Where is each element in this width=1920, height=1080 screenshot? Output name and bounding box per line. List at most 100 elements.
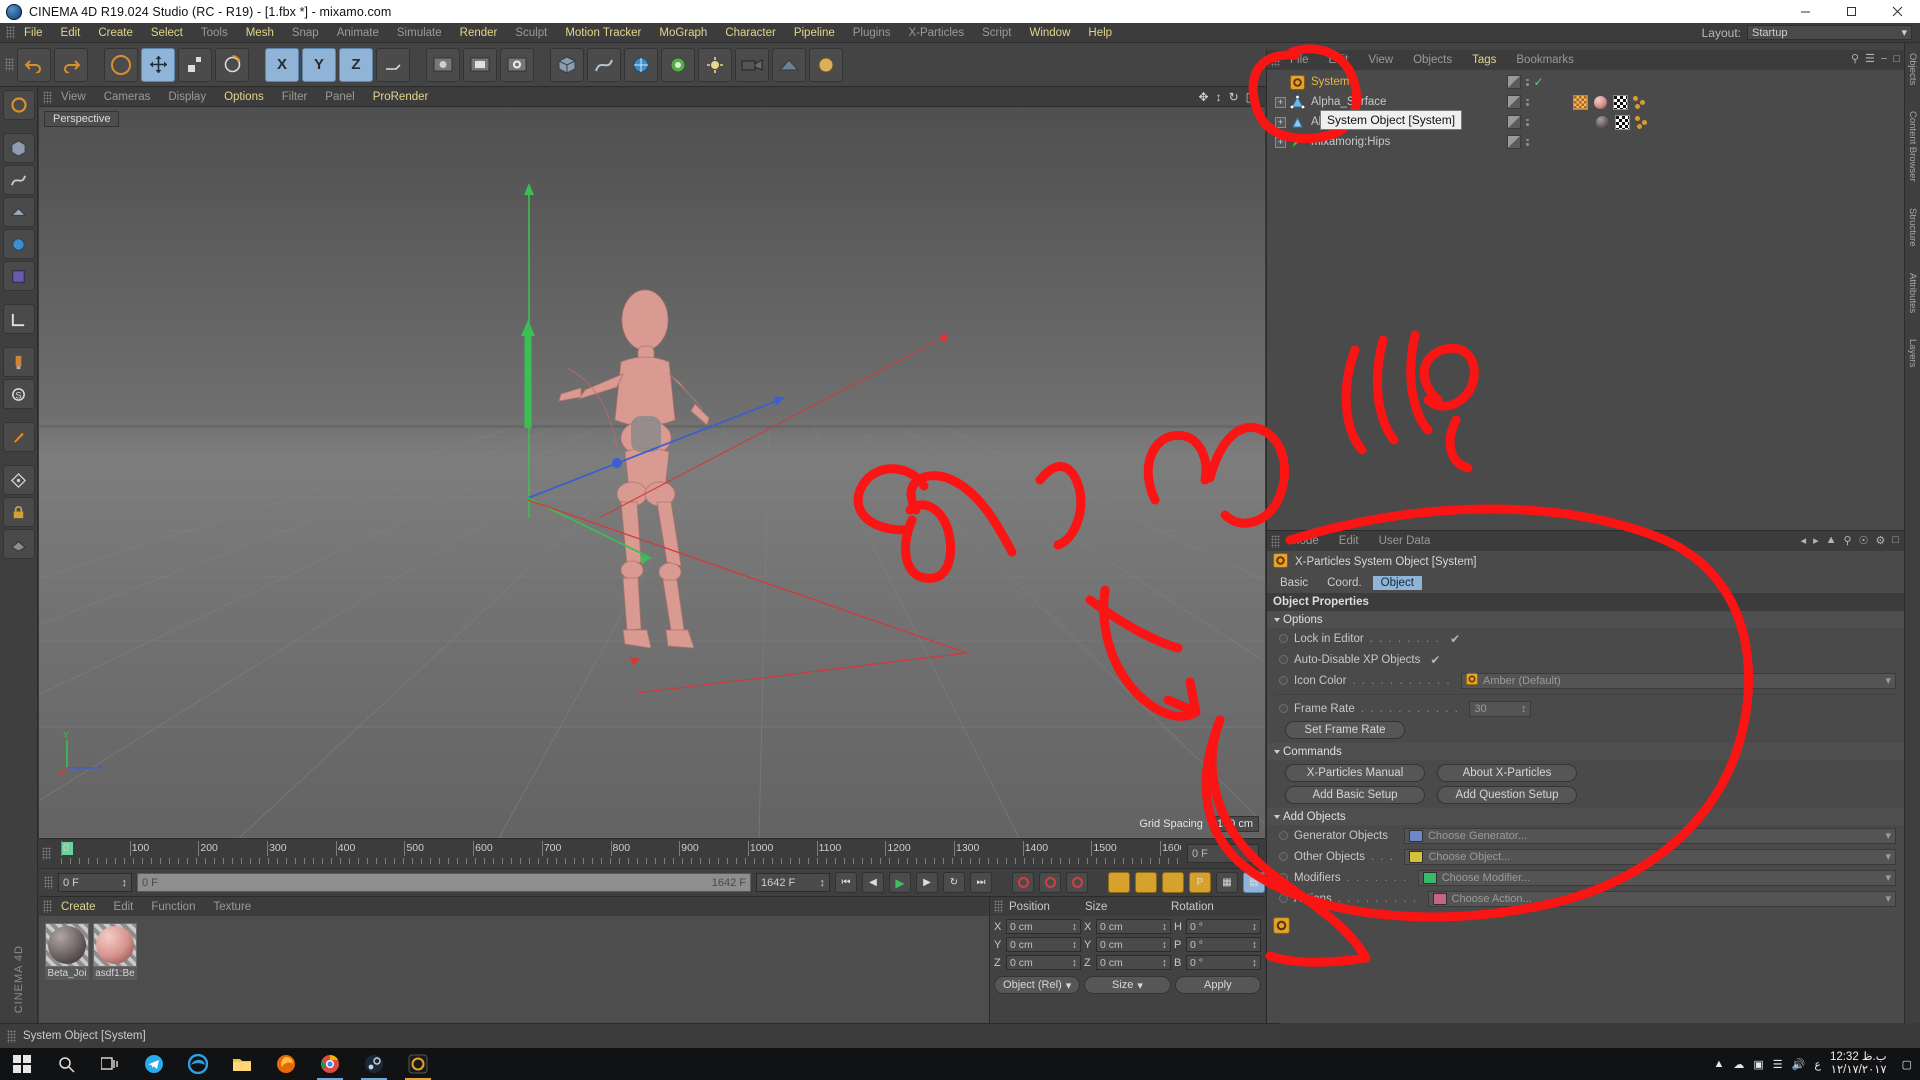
knife-tool[interactable] (2, 422, 35, 452)
size-z-input[interactable]: 0 cm ↕ (1096, 955, 1171, 970)
menu-mesh[interactable]: Mesh (237, 23, 283, 43)
tray-app-icon[interactable]: ▣ (1753, 1058, 1763, 1071)
search-icon[interactable]: ⚲ (1844, 534, 1852, 547)
position-x-input[interactable]: 0 cm ↕ (1006, 919, 1081, 934)
object-menu-view[interactable]: View (1358, 54, 1403, 66)
subdivision-surface-tool[interactable] (2, 229, 35, 259)
menu-help[interactable]: Help (1079, 23, 1121, 43)
viewport-menu-cameras[interactable]: Cameras (95, 91, 160, 103)
object-menu-bookmarks[interactable]: Bookmarks (1506, 54, 1584, 66)
start-button[interactable] (0, 1048, 44, 1080)
attribute-menu-edit[interactable]: Edit (1329, 535, 1369, 547)
current-frame-field[interactable]: 0 F ↕ (58, 873, 132, 892)
layout-view-icon[interactable]: ◫ (1246, 90, 1257, 104)
set-frame-rate-button[interactable]: Set Frame Rate (1285, 721, 1405, 739)
viewport-grip-handle[interactable] (43, 90, 52, 104)
enable-check-icon[interactable]: ✓ (1534, 75, 1544, 89)
choose-generator-dropdown[interactable]: Choose Generator... ▾ (1403, 827, 1896, 844)
expand-toggle[interactable]: + (1275, 136, 1286, 148)
menu-grip-handle[interactable] (6, 26, 15, 39)
move-tool-button[interactable] (141, 47, 175, 82)
play-button[interactable]: ▶ (889, 872, 911, 893)
scale-key-button[interactable] (1135, 872, 1157, 893)
volume-icon[interactable]: 🔊 (1792, 1058, 1806, 1071)
timeline-grip-handle[interactable] (42, 847, 51, 860)
apply-button[interactable]: Apply (1174, 976, 1261, 994)
search-icon[interactable]: ⚲ (1851, 52, 1859, 65)
viewport-menu-view[interactable]: View (52, 91, 95, 103)
language-icon[interactable]: ع (1814, 1058, 1821, 1071)
workplane-tool[interactable] (2, 529, 35, 559)
expand-toggle[interactable]: + (1275, 96, 1286, 108)
tab-object[interactable]: Object (1372, 576, 1422, 590)
group-options[interactable]: Options (1267, 611, 1904, 628)
rotate-view-icon[interactable]: ↻ (1229, 90, 1239, 104)
choose-action-dropdown[interactable]: Choose Action... ▾ (1427, 890, 1896, 907)
minimize-panel-icon[interactable]: − (1881, 53, 1887, 65)
add-question-setup-button[interactable]: Add Question Setup (1437, 786, 1577, 804)
position-key-button[interactable] (1108, 872, 1130, 893)
dock-tab-content-browser[interactable]: Content Browser (1907, 111, 1918, 182)
paint-tool[interactable] (2, 347, 35, 377)
menu-window[interactable]: Window (1020, 23, 1079, 43)
add-spline-button[interactable] (587, 47, 621, 82)
snap-tool[interactable] (2, 465, 35, 495)
menu-render[interactable]: Render (451, 23, 507, 43)
position-y-input[interactable]: 0 cm ↕ (1006, 937, 1081, 952)
sculpt-tool[interactable]: S (2, 379, 35, 409)
lock-z-axis-button[interactable]: Z (339, 47, 373, 82)
lock-y-axis-button[interactable]: Y (302, 47, 336, 82)
lock-x-axis-button[interactable]: X (265, 47, 299, 82)
menu-pipeline[interactable]: Pipeline (785, 23, 844, 43)
group-add-objects[interactable]: Add Objects (1267, 808, 1904, 825)
attribute-menu-mode[interactable]: Mode (1280, 535, 1329, 547)
animate-knob-icon[interactable] (1279, 852, 1288, 861)
icon-color-dropdown[interactable]: Amber (Default) ▾ (1461, 672, 1896, 689)
size-x-input[interactable]: 0 cm ↕ (1096, 919, 1171, 934)
size-y-input[interactable]: 0 cm ↕ (1096, 937, 1171, 952)
position-z-input[interactable]: 0 cm ↕ (1006, 955, 1081, 970)
search-icon[interactable] (44, 1048, 88, 1080)
lock-in-editor-checkbox[interactable]: ✔ (1450, 632, 1460, 646)
add-light-button[interactable] (698, 47, 732, 82)
checker-tag-icon[interactable] (1614, 114, 1630, 130)
material-swatch[interactable]: Beta_Joi (45, 923, 89, 1017)
frame-range-scrubber[interactable]: 0 F 1642 F (137, 873, 751, 892)
forward-arrow-icon[interactable]: ▸ (1813, 534, 1819, 547)
max-frame-field[interactable]: 1642 F ↕ (756, 873, 830, 892)
add-deformer-button[interactable] (661, 47, 695, 82)
size-mode-dropdown[interactable]: Size ▾ (1084, 976, 1171, 994)
material-menu-edit[interactable]: Edit (105, 901, 143, 913)
object-menu-file[interactable]: File (1280, 54, 1319, 66)
viewport-menu-panel[interactable]: Panel (316, 91, 363, 103)
rotation-h-input[interactable]: 0 ° ↕ (1186, 919, 1261, 934)
autokeying-button[interactable] (1039, 872, 1061, 893)
about-x-particles-button[interactable]: About X-Particles (1437, 764, 1577, 782)
keyframe-selection-button[interactable] (1066, 872, 1088, 893)
menu-simulate[interactable]: Simulate (388, 23, 451, 43)
world-coordinate-button[interactable] (376, 47, 410, 82)
file-explorer-icon[interactable] (220, 1048, 264, 1080)
perspective-viewport[interactable]: Y X Z Grid Spacing 100 cm (39, 88, 1265, 838)
menu-edit[interactable]: Edit (52, 23, 90, 43)
object-row-system[interactable]: + System ✓ (1267, 72, 1904, 92)
cinema4d-taskbar-icon[interactable] (396, 1048, 440, 1080)
dock-tab-layers[interactable]: Layers (1907, 339, 1918, 368)
animate-knob-icon[interactable] (1279, 634, 1288, 643)
dock-tab-attributes[interactable]: Attributes (1907, 273, 1918, 313)
visibility-toggle-icon[interactable] (1526, 78, 1529, 86)
live-selection-button[interactable] (104, 47, 138, 82)
filter-icon[interactable]: ☰ (1865, 52, 1875, 65)
spline-tool[interactable] (2, 165, 35, 195)
go-to-end-button[interactable]: ⏭ (970, 872, 992, 893)
menu-script[interactable]: Script (973, 23, 1020, 43)
steam-icon[interactable] (352, 1048, 396, 1080)
minimize-button[interactable] (1782, 0, 1828, 23)
menu-mograph[interactable]: MoGraph (650, 23, 716, 43)
scale-tool-button[interactable] (178, 47, 212, 82)
render-view-button[interactable] (426, 47, 460, 82)
menu-snap[interactable]: Snap (283, 23, 328, 43)
animate-knob-icon[interactable] (1279, 894, 1288, 903)
firefox-icon[interactable] (264, 1048, 308, 1080)
checker-tag-icon[interactable] (1612, 94, 1628, 110)
